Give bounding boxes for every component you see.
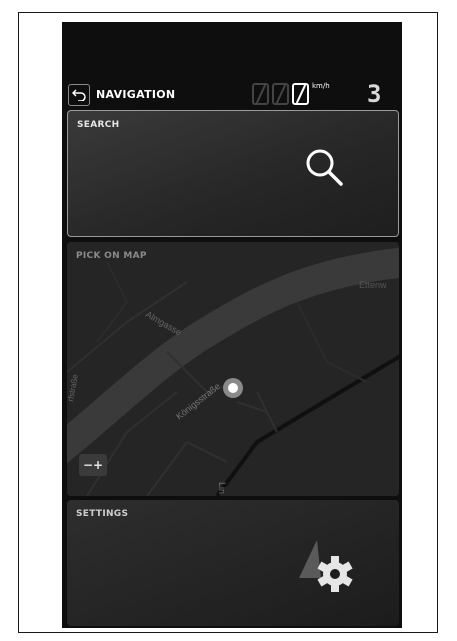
back-button[interactable] xyxy=(68,84,90,106)
speed-digit xyxy=(272,83,289,105)
page-title: NAVIGATION xyxy=(96,88,176,101)
zoom-button[interactable]: −+ xyxy=(79,454,107,476)
speed-display xyxy=(252,83,309,107)
speed-digit xyxy=(292,83,309,105)
search-tile[interactable]: SEARCH xyxy=(67,110,399,237)
street-label: Ettenw xyxy=(359,280,387,290)
speed-unit: km/h xyxy=(312,82,330,90)
street-label: Lin xyxy=(217,482,227,494)
map-label: PICK ON MAP xyxy=(76,251,147,261)
settings-gear-icon[interactable] xyxy=(295,534,359,594)
back-arrow-icon xyxy=(72,89,86,101)
display-screen: NAVIGATION km/h 3 SEARCH Almgasse Königs… xyxy=(62,22,402,628)
search-icon[interactable] xyxy=(300,143,350,193)
map-view[interactable]: Almgasse Königsstraße Lin Ettenw rfstraß… xyxy=(67,242,399,496)
top-bar: NAVIGATION km/h 3 xyxy=(62,80,402,110)
gear-indicator: 3 xyxy=(367,80,382,108)
search-label: SEARCH xyxy=(77,120,120,130)
speed-digit xyxy=(252,83,269,105)
map-pin[interactable] xyxy=(223,378,243,398)
pick-on-map-tile[interactable]: Almgasse Königsstraße Lin Ettenw rfstraß… xyxy=(67,242,399,496)
settings-label: SETTINGS xyxy=(76,509,129,519)
settings-tile[interactable]: SETTINGS xyxy=(67,500,399,626)
